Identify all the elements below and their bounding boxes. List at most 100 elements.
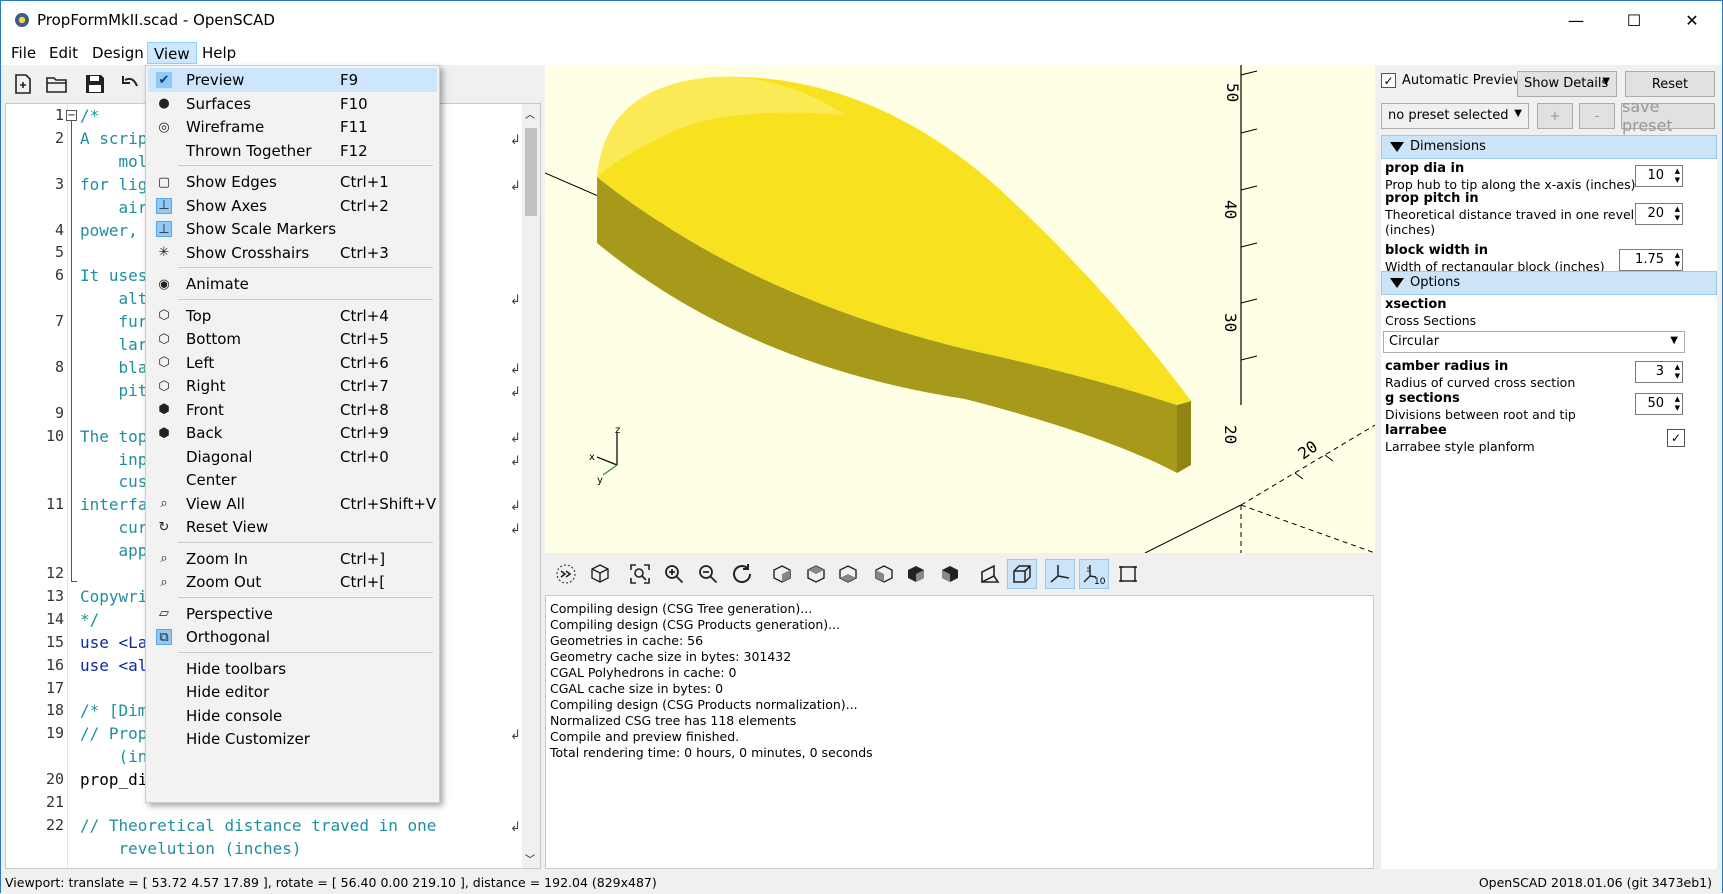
reset-button[interactable]: Reset — [1625, 71, 1715, 97]
line-number: 10 — [45, 426, 64, 445]
scroll-down-icon[interactable]: ﹀ — [525, 851, 535, 866]
automatic-preview-toggle[interactable]: ✓ Automatic Preview — [1381, 73, 1523, 88]
render-icon[interactable] — [585, 559, 615, 589]
scale-label-20: 20 — [1221, 425, 1240, 444]
larrabee-checkbox[interactable]: ✓ — [1667, 429, 1685, 447]
view-menu-item-surfaces[interactable]: ● Surfaces F10 — [148, 92, 437, 116]
view-menu-item-reset-view[interactable]: ↻ Reset View — [148, 515, 437, 539]
view-menu-item-zoom-in[interactable]: ⌕ Zoom In Ctrl+] — [148, 547, 437, 571]
menu-edit[interactable]: Edit — [43, 42, 84, 64]
preview-render-icon[interactable] — [551, 559, 581, 589]
save-preset-button[interactable]: save preset — [1621, 97, 1715, 135]
wrap-marker-icon: ↲ — [510, 522, 521, 538]
editor-scrollbar[interactable]: ︿ ﹀ — [522, 104, 540, 868]
view-menu-item-hide-editor[interactable]: Hide editor — [148, 680, 437, 704]
fold-marker-icon[interactable]: − — [66, 110, 77, 121]
show-details-dropdown[interactable]: Show Details ▼ — [1517, 71, 1617, 97]
xsection-dropdown[interactable]: Circular ▼ — [1383, 331, 1685, 353]
scale-markers-icon[interactable]: 10 — [1079, 559, 1109, 589]
block-width-spinbox[interactable]: 1.75 ▲ ▼ — [1619, 249, 1683, 271]
perspective-icon[interactable] — [975, 559, 1005, 589]
editor-scrollbar-thumb[interactable] — [525, 128, 537, 216]
view-left-icon[interactable] — [869, 559, 899, 589]
spin-arrows-icon[interactable]: ▲ ▼ — [1675, 251, 1680, 269]
view-menu-shortcut: F11 — [340, 118, 368, 136]
remove-preset-button[interactable]: - — [1579, 103, 1615, 129]
3d-viewport[interactable]: 50 40 30 20 20 z x y — [545, 65, 1375, 553]
spin-arrows-icon[interactable]: ▲ ▼ — [1675, 363, 1680, 381]
spin-arrows-icon[interactable]: ▲ ▼ — [1675, 167, 1680, 185]
close-button[interactable]: ✕ — [1663, 1, 1721, 39]
view-menu-item-hide-console[interactable]: Hide console — [148, 704, 437, 728]
view-menu-label: Hide Customizer — [186, 730, 310, 748]
zoom-out-icon[interactable] — [693, 559, 723, 589]
param-prop-dia-desc: Prop hub to tip along the x-axis (inches… — [1385, 177, 1636, 192]
line-number: 6 — [54, 266, 64, 285]
view-menu-item-thrown-together[interactable]: Thrown Together F12 — [148, 139, 437, 163]
maximize-button[interactable]: ☐ — [1605, 1, 1663, 39]
view-menu-item-zoom-out[interactable]: ⌕ Zoom Out Ctrl+[ — [148, 570, 437, 594]
view-menu-item-show-edges[interactable]: ▢ Show Edges Ctrl+1 — [148, 170, 437, 194]
view-back-icon: ⬢ — [158, 425, 170, 441]
menu-design[interactable]: Design — [86, 42, 150, 64]
view-menu-item-orthogonal[interactable]: ⧉ Orthogonal — [148, 625, 437, 649]
automatic-preview-checkbox[interactable]: ✓ — [1381, 73, 1396, 88]
view-menu-item-preview[interactable]: ✔ Preview F9 — [148, 68, 437, 92]
view-menu-item-show-crosshairs[interactable]: ✳ Show Crosshairs Ctrl+3 — [148, 241, 437, 265]
title-bar: PropFormMkII.scad - OpenSCAD — ☐ ✕ — [1, 1, 1722, 39]
spin-arrows-icon[interactable]: ▲ ▼ — [1675, 395, 1680, 413]
new-file-icon[interactable] — [11, 72, 35, 96]
add-preset-button[interactable]: + — [1537, 103, 1573, 129]
view-menu-item-left[interactable]: ⬡ Left Ctrl+6 — [148, 351, 437, 375]
view-menu-label: Reset View — [186, 518, 269, 536]
axis-label-y: y — [597, 475, 603, 486]
view-back-icon[interactable] — [935, 559, 965, 589]
view-menu-item-right[interactable]: ⬡ Right Ctrl+7 — [148, 374, 437, 398]
view-menu-item-top[interactable]: ⬡ Top Ctrl+4 — [148, 304, 437, 328]
menu-help[interactable]: Help — [196, 42, 242, 64]
prop-pitch-spinbox[interactable]: 20 ▲ ▼ — [1635, 203, 1683, 225]
view-menu-item-show-axes[interactable]: ⊥ Show Axes Ctrl+2 — [148, 194, 437, 218]
save-file-icon[interactable] — [83, 72, 107, 96]
view-menu-item-wireframe[interactable]: ◎ Wireframe F11 — [148, 115, 437, 139]
view-menu-item-show-scale-markers[interactable]: ⊥ Show Scale Markers — [148, 217, 437, 241]
view-bottom-icon[interactable] — [833, 559, 863, 589]
view-menu-item-hide-toolbars[interactable]: Hide toolbars — [148, 657, 437, 681]
scroll-up-icon[interactable]: ︿ — [525, 106, 535, 121]
menu-file[interactable]: File — [5, 42, 42, 64]
view-all-icon[interactable] — [625, 559, 655, 589]
fold-line — [71, 121, 72, 581]
options-section-header[interactable]: Options — [1381, 271, 1717, 295]
view-top-icon[interactable] — [801, 559, 831, 589]
undo-icon[interactable] — [119, 72, 143, 96]
view-menu-item-view-all[interactable]: ⌕ View All Ctrl+Shift+V — [148, 492, 437, 516]
view-menu-item-diagonal[interactable]: Diagonal Ctrl+0 — [148, 445, 437, 469]
reset-view-icon[interactable] — [727, 559, 757, 589]
view-front-icon[interactable] — [901, 559, 931, 589]
minimize-button[interactable]: — — [1547, 1, 1605, 39]
view-right-icon[interactable] — [767, 559, 797, 589]
menu-view[interactable]: View — [147, 42, 197, 64]
prop-dia-spinbox[interactable]: 10 ▲ ▼ — [1635, 165, 1683, 187]
console-panel[interactable]: Compiling design (CSG Tree generation)..… — [545, 595, 1374, 869]
dimensions-section-header[interactable]: Dimensions — [1381, 135, 1717, 159]
view-menu-shortcut: Ctrl+5 — [340, 330, 389, 348]
view-menu-item-perspective[interactable]: ▱ Perspective — [148, 602, 437, 626]
view-menu-item-hide-customizer[interactable]: Hide Customizer — [148, 727, 437, 751]
orthogonal-icon[interactable] — [1007, 559, 1037, 589]
spin-arrows-icon[interactable]: ▲ ▼ — [1675, 205, 1680, 223]
g-sections-spinbox[interactable]: 50 ▲ ▼ — [1635, 393, 1683, 415]
zoom-in-icon: ⌕ — [160, 551, 168, 566]
view-menu-item-animate[interactable]: ◉ Animate — [148, 272, 437, 296]
camber-radius-spinbox[interactable]: 3 ▲ ▼ — [1635, 361, 1683, 383]
preset-dropdown[interactable]: no preset selected ▼ — [1381, 103, 1529, 129]
show-axes-icon[interactable] — [1045, 559, 1075, 589]
show-edges-icon[interactable] — [1113, 559, 1143, 589]
view-menu-item-center[interactable]: Center — [148, 468, 437, 492]
view-menu-item-front[interactable]: ⬢ Front Ctrl+8 — [148, 398, 437, 422]
view-menu-item-back[interactable]: ⬢ Back Ctrl+9 — [148, 421, 437, 445]
view-menu-item-bottom[interactable]: ⬡ Bottom Ctrl+5 — [148, 327, 437, 351]
open-file-icon[interactable] — [45, 72, 69, 96]
view-menu-label: Right — [186, 377, 226, 395]
zoom-in-icon[interactable] — [659, 559, 689, 589]
